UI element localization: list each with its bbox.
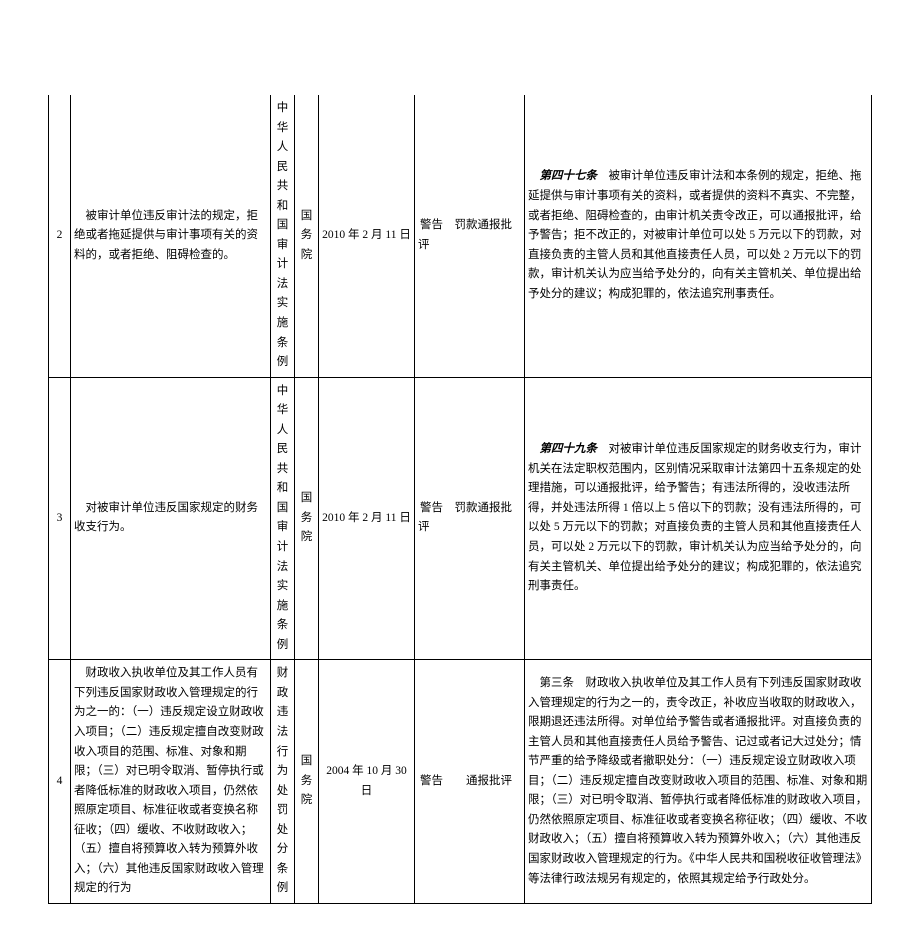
table-row: 4 财政收入执收单位及其工作人员有下列违反国家财政收入管理规定的行为之一的：（一… [49,660,872,904]
row-number: 3 [49,377,71,660]
table-row: 3 对被审计单位违反国家规定的财务收支行为。 中华人民共和国审计法实施条例 国务… [49,377,872,660]
detail-text: 第三条 财政收入执收单位及其工作人员有下列违反国家财政收入管理规定的行为之一的，… [525,660,872,904]
detail-text: 第四十九条 对被审计单位违反国家规定的财务收支行为，审计机关在法定职权范围内，区… [525,377,872,660]
violation-desc: 财政收入执收单位及其工作人员有下列违反国家财政收入管理规定的行为之一的：（一）违… [71,660,271,904]
row-number: 2 [49,95,71,377]
date: 2004 年 10 月 30 日 [319,660,415,904]
penalty-type: 警告 通报批评 [415,660,525,904]
row-number: 4 [49,660,71,904]
penalty-type: 警告 罚款通报批评 [415,95,525,377]
date: 2010 年 2 月 11 日 [319,95,415,377]
agency: 国务院 [295,660,319,904]
agency: 国务院 [295,377,319,660]
violation-desc: 被审计单位违反审计法的规定，拒绝或者拖延提供与审计事项有关的资料的，或者拒绝、阻… [71,95,271,377]
detail-text: 第四十七条 被审计单位违反审计法和本条例的规定，拒绝、拖延提供与审计事项有关的资… [525,95,872,377]
law-name: 中华人民共和国审计法实施条例 [271,377,295,660]
date: 2010 年 2 月 11 日 [319,377,415,660]
law-name: 财政违法行为处罚处分条例 [271,660,295,904]
violation-desc: 对被审计单位违反国家规定的财务收支行为。 [71,377,271,660]
agency: 国务院 [295,95,319,377]
penalty-type: 警告 罚款通报批评 [415,377,525,660]
regulations-table: 2 被审计单位违反审计法的规定，拒绝或者拖延提供与审计事项有关的资料的，或者拒绝… [48,95,872,904]
law-name: 中华人民共和国审计法实施条例 [271,95,295,377]
table-row: 2 被审计单位违反审计法的规定，拒绝或者拖延提供与审计事项有关的资料的，或者拒绝… [49,95,872,377]
